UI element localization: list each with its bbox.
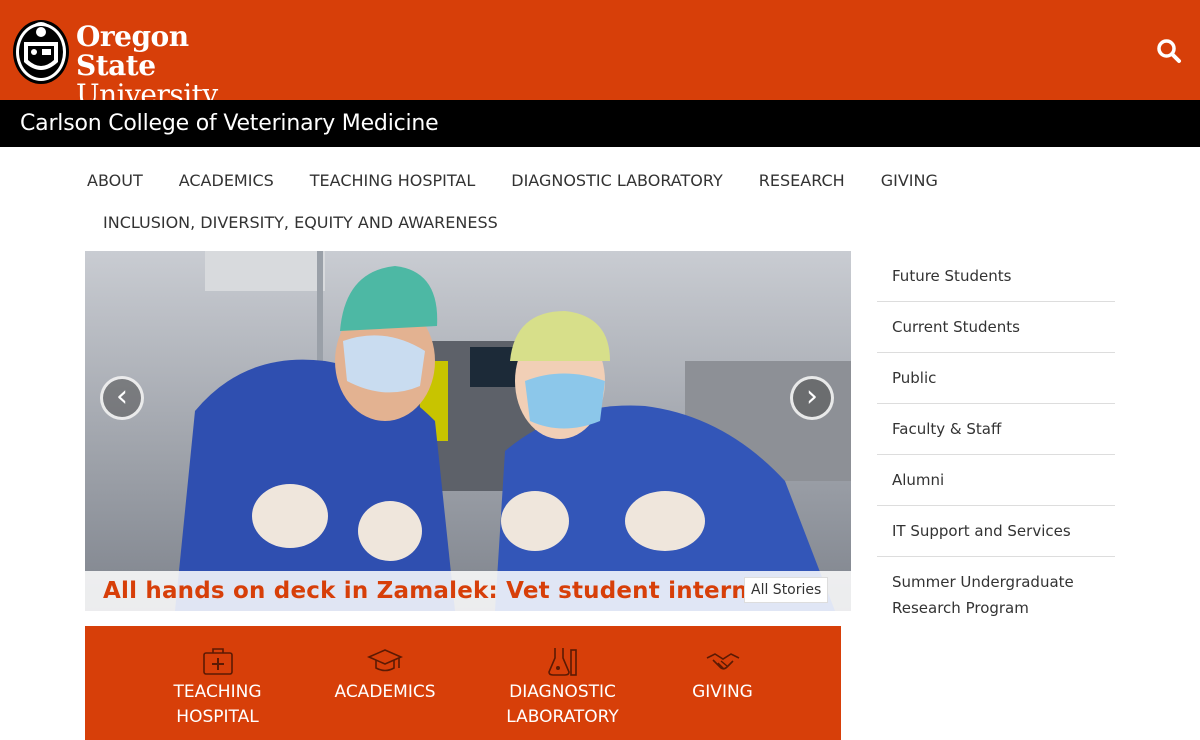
all-stories-button[interactable]: All Stories bbox=[744, 577, 829, 603]
quick-link-label: GIVING bbox=[692, 682, 753, 702]
quick-link-academics[interactable]: ACADEMICS bbox=[330, 644, 440, 705]
handshake-icon bbox=[706, 653, 739, 670]
osu-logo[interactable]: Oregon State University bbox=[12, 12, 252, 109]
sidebar-item-public[interactable]: Public bbox=[877, 353, 1115, 404]
search-button[interactable] bbox=[1156, 38, 1182, 64]
quick-link-label: TEACHING bbox=[173, 682, 262, 702]
graduation-cap-icon bbox=[367, 649, 403, 672]
sidebar-item-alumni[interactable]: Alumni bbox=[877, 455, 1115, 506]
university-wordmark: Oregon State University bbox=[76, 22, 252, 109]
medical-kit-icon bbox=[202, 648, 233, 675]
audience-sidebar: Future Students Current Students Public … bbox=[877, 251, 1115, 633]
quick-link-label: DIAGNOSTIC bbox=[509, 682, 616, 702]
quick-link-teaching-hospital[interactable]: TEACHING HOSPITAL bbox=[165, 644, 270, 730]
top-bar: Oregon State University bbox=[0, 0, 1200, 109]
search-icon bbox=[1157, 39, 1181, 63]
nav-item-inclusion[interactable]: INCLUSION, DIVERSITY, EQUITY AND AWARENE… bbox=[85, 202, 516, 244]
slide-caption-title[interactable]: All hands on deck in Zamalek: Vet studen… bbox=[103, 578, 795, 604]
sidebar-item-summer-research[interactable]: Summer Undergraduate Research Program bbox=[877, 557, 1115, 633]
main-nav: ABOUT ACADEMICS TEACHING HOSPITAL DIAGNO… bbox=[85, 160, 965, 244]
slider-prev-button[interactable]: ‹ bbox=[100, 376, 144, 420]
quick-link-giving[interactable]: GIVING bbox=[680, 644, 765, 705]
slide-caption: All hands on deck in Zamalek: Vet studen… bbox=[85, 571, 851, 611]
quick-link-label: ACADEMICS bbox=[334, 682, 436, 702]
sidebar-item-current-students[interactable]: Current Students bbox=[877, 302, 1115, 353]
college-bar: Carlson College of Veterinary Medicine bbox=[0, 100, 1200, 147]
beaver-seal-icon bbox=[13, 20, 69, 84]
sidebar-item-faculty-staff[interactable]: Faculty & Staff bbox=[877, 404, 1115, 455]
hero-photo bbox=[85, 251, 851, 611]
sidebar-item-it-support[interactable]: IT Support and Services bbox=[877, 506, 1115, 557]
quick-link-diagnostic-laboratory[interactable]: DIAGNOSTIC LABORATORY bbox=[500, 644, 625, 730]
quick-links-bar: TEACHING HOSPITAL ACADEMICS DIAGNOSTIC L… bbox=[85, 626, 841, 740]
wordmark-line-1: Oregon State bbox=[76, 20, 189, 82]
nav-item-about[interactable]: ABOUT bbox=[85, 160, 161, 202]
nav-item-research[interactable]: RESEARCH bbox=[741, 160, 863, 202]
nav-item-academics[interactable]: ACADEMICS bbox=[161, 160, 292, 202]
quick-link-label: HOSPITAL bbox=[176, 707, 259, 727]
nav-item-giving[interactable]: GIVING bbox=[863, 160, 956, 202]
nav-item-diagnostic-laboratory[interactable]: DIAGNOSTIC LABORATORY bbox=[493, 160, 741, 202]
slider-next-button[interactable]: › bbox=[790, 376, 834, 420]
quick-link-label: LABORATORY bbox=[506, 707, 619, 727]
nav-item-teaching-hospital[interactable]: TEACHING HOSPITAL bbox=[292, 160, 493, 202]
college-name-link[interactable]: Carlson College of Veterinary Medicine bbox=[20, 111, 439, 136]
hero-slider: ‹ › All hands on deck in Zamalek: Vet st… bbox=[85, 251, 851, 611]
sidebar-item-future-students[interactable]: Future Students bbox=[877, 251, 1115, 302]
lab-flask-icon bbox=[547, 648, 577, 676]
